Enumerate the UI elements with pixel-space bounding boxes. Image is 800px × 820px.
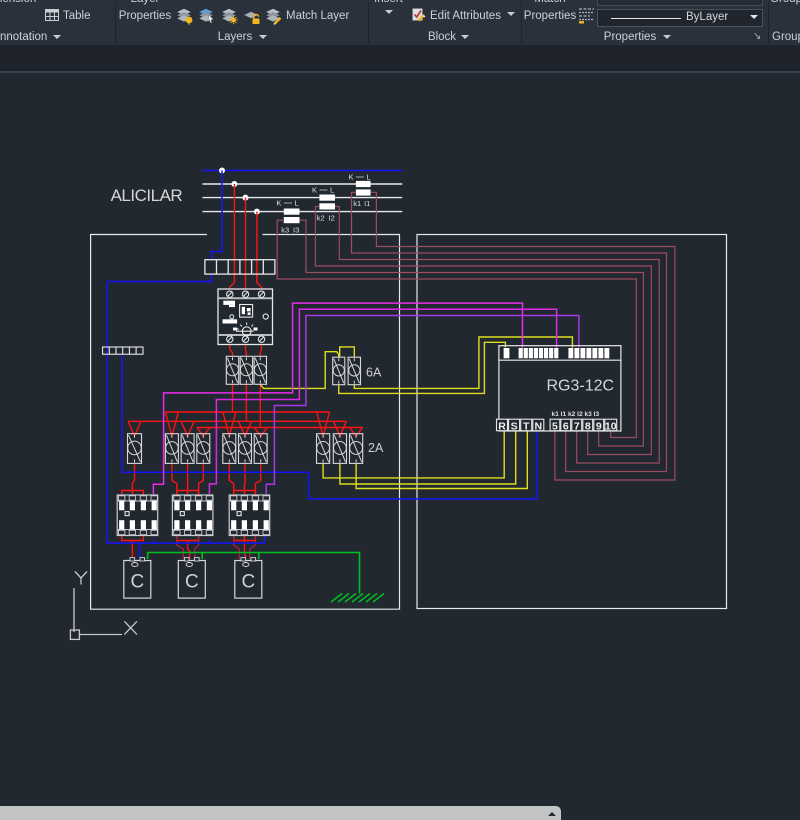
svg-text:I1: I1 bbox=[364, 199, 370, 208]
svg-text:2A: 2A bbox=[368, 441, 384, 455]
svg-text:6: 6 bbox=[563, 420, 569, 432]
svg-text:K: K bbox=[349, 173, 354, 182]
svg-text:C: C bbox=[185, 572, 199, 593]
svg-text:L: L bbox=[295, 199, 299, 208]
svg-text:R: R bbox=[498, 420, 506, 432]
svg-text:k2: k2 bbox=[317, 214, 325, 223]
svg-text:L: L bbox=[367, 173, 371, 182]
svg-text:L: L bbox=[330, 186, 334, 195]
svg-text:7: 7 bbox=[574, 420, 580, 432]
svg-text:5: 5 bbox=[552, 420, 558, 432]
svg-text:T: T bbox=[523, 420, 530, 432]
svg-text:I3: I3 bbox=[293, 226, 299, 235]
svg-text:C: C bbox=[242, 572, 256, 593]
svg-text:N: N bbox=[535, 420, 543, 432]
svg-text:ALICILAR: ALICILAR bbox=[111, 186, 183, 205]
svg-text:6A: 6A bbox=[366, 366, 382, 380]
svg-text:K: K bbox=[312, 186, 317, 195]
svg-text:S: S bbox=[511, 420, 518, 432]
svg-text:RG3-12C: RG3-12C bbox=[547, 378, 615, 395]
svg-text:9: 9 bbox=[596, 420, 602, 432]
svg-text:k1: k1 bbox=[353, 199, 361, 208]
svg-text:K: K bbox=[276, 199, 281, 208]
svg-text:8: 8 bbox=[585, 420, 591, 432]
svg-text:C: C bbox=[131, 572, 145, 593]
svg-text:k3: k3 bbox=[281, 226, 289, 235]
svg-text:k1 I1 k2 I2 k3 I3: k1 I1 k2 I2 k3 I3 bbox=[552, 411, 600, 418]
svg-text:I2: I2 bbox=[329, 214, 335, 223]
svg-text:10: 10 bbox=[605, 420, 617, 432]
